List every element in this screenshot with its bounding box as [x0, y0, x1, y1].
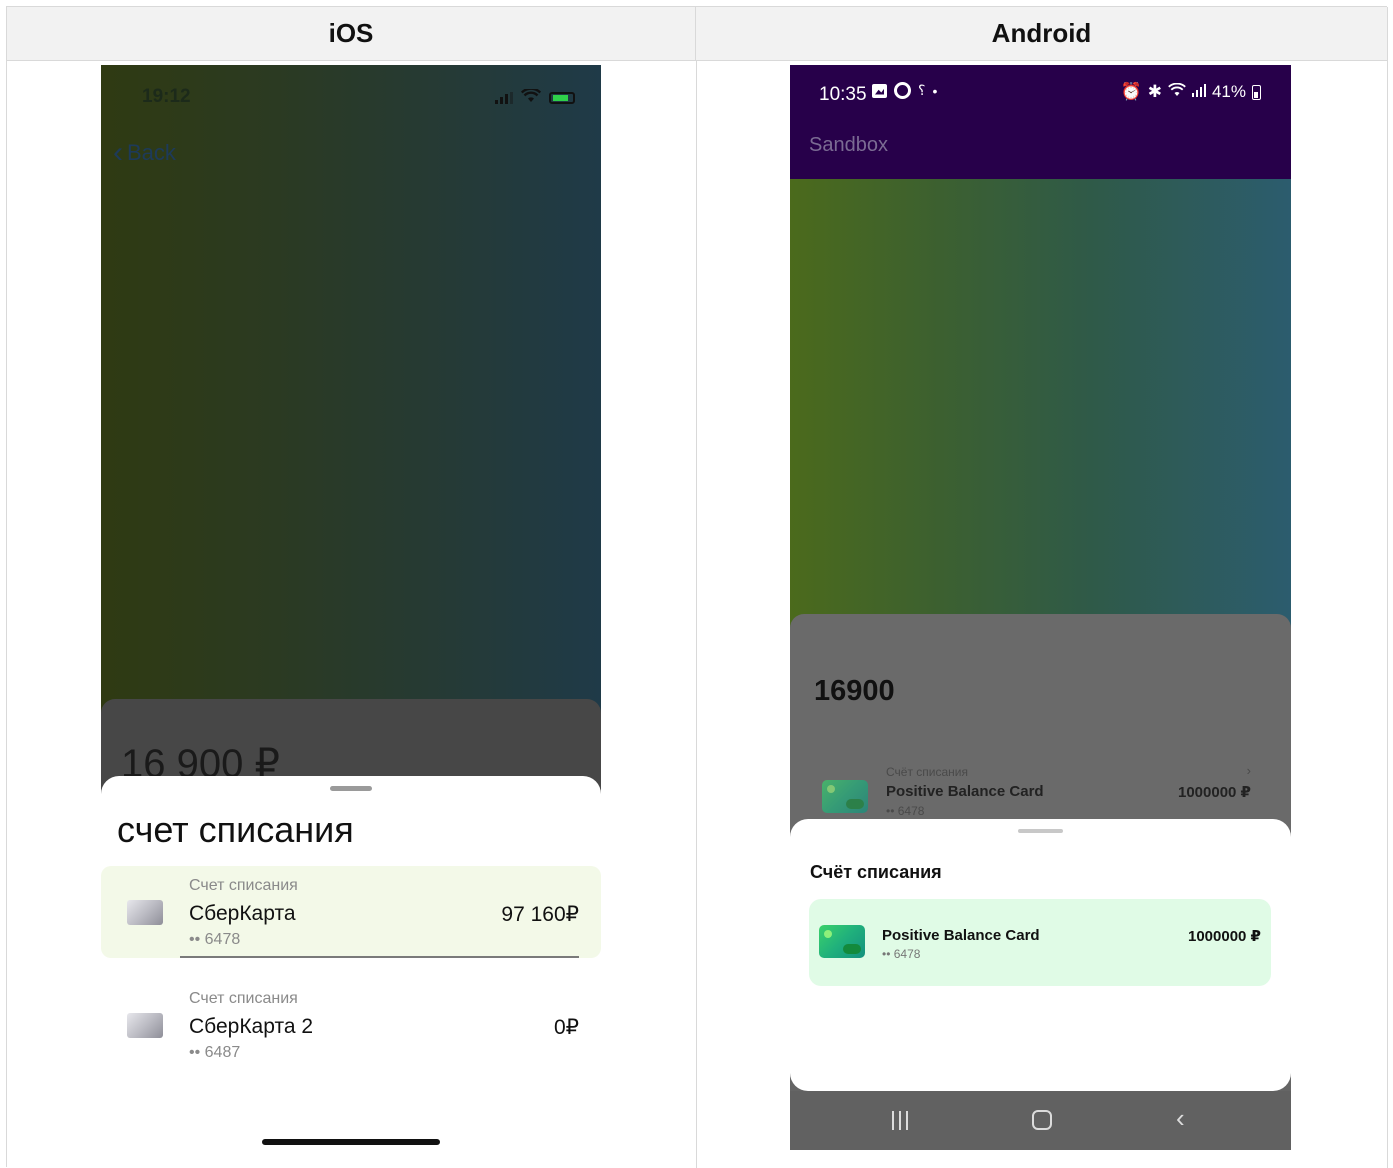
account-balance: 0₽: [553, 1016, 579, 1039]
account-balance: 1000000 ₽: [1177, 784, 1251, 801]
app-title: Sandbox: [809, 134, 888, 156]
account-number: •• 6478: [882, 947, 921, 961]
account-balance: 97 160₽: [501, 903, 579, 926]
signal-icon: [495, 91, 513, 104]
payment-card-background: [101, 699, 601, 1167]
home-indicator[interactable]: [262, 1139, 440, 1145]
account-picker-sheet: счет списания Счет списания СберКарта ••…: [101, 776, 601, 1167]
bluetooth-icon: ✱: [1147, 82, 1162, 101]
notification-icons: ⸮ •: [872, 82, 937, 99]
app-bar: Sandbox: [790, 112, 1291, 179]
sync-icon: ⸮: [918, 82, 926, 98]
android-status-bar: 10:35 ⸮ • ⏰ ✱ 41%: [790, 65, 1291, 112]
image-icon: [872, 83, 887, 98]
account-number: •• 6478: [886, 804, 925, 818]
android-screen: 10:35 ⸮ • ⏰ ✱ 41% Sandbox 16900 Счёт спи…: [790, 65, 1291, 1150]
home-button[interactable]: [1032, 1110, 1052, 1130]
bank-card-icon: [822, 780, 868, 813]
wifi-icon: [1168, 82, 1186, 102]
ios-status-time: 19:12: [142, 86, 191, 107]
back-button[interactable]: ‹ Back: [113, 138, 176, 168]
battery-level: 41%: [1211, 82, 1246, 101]
account-label: Счет списания: [189, 990, 298, 1007]
account-name: СберКарта 2: [189, 1015, 314, 1038]
account-name: Positive Balance Card: [882, 927, 1040, 944]
chevron-left-icon: ‹: [113, 136, 123, 169]
account-balance: 1000000 ₽: [1187, 928, 1261, 945]
bank-card-icon: [819, 925, 865, 958]
ios-status-icons: [495, 87, 575, 108]
account-row-selected[interactable]: Счет списания СберКарта •• 6478 97 160₽: [101, 866, 601, 958]
account-row-selected[interactable]: Positive Balance Card •• 6478 1000000 ₽: [809, 899, 1271, 986]
back-label: Back: [127, 140, 176, 165]
account-name: СберКарта: [189, 902, 296, 925]
payment-amount: 16900: [814, 675, 895, 707]
signal-icon: [1191, 82, 1206, 102]
chevron-right-icon: ›: [1246, 763, 1251, 778]
payment-amount: 16 900 ₽: [121, 742, 280, 786]
ios-column-header: iOS: [7, 7, 696, 61]
dot-icon: •: [932, 82, 938, 99]
recents-button[interactable]: [892, 1111, 908, 1130]
ios-screen: 19:12 ‹ Back 16 900 ₽ счет списания Счет…: [101, 65, 601, 1167]
back-nav-button[interactable]: ‹: [1176, 1105, 1185, 1131]
battery-icon: [1252, 84, 1261, 100]
wifi-icon: [520, 87, 542, 108]
column-right-border: [1387, 61, 1388, 1168]
account-number: •• 6487: [189, 1044, 241, 1061]
bank-card-icon: [127, 900, 163, 925]
sheet-grabber[interactable]: [1018, 829, 1063, 833]
ios-header-label: iOS: [328, 18, 374, 48]
account-row[interactable]: Счет списания СберКарта 2 •• 6487 0₽: [101, 979, 601, 1071]
sheet-title: счет списания: [117, 809, 354, 850]
android-header-label: Android: [991, 18, 1092, 48]
battery-charging-icon: [549, 91, 575, 104]
account-number: •• 6478: [189, 931, 241, 948]
android-column-header: Android: [696, 7, 1388, 61]
android-status-time: 10:35: [819, 84, 867, 105]
account-label: Счет списания: [189, 877, 298, 894]
account-picker-sheet: Счёт списания Positive Balance Card •• 6…: [790, 819, 1291, 1091]
sheet-grabber[interactable]: [330, 786, 372, 791]
account-label: Счёт списания: [886, 765, 968, 779]
row-underline: [180, 956, 579, 958]
system-icons: ⏰ ✱ 41%: [1121, 82, 1261, 102]
gradient-background: [790, 179, 1291, 629]
column-divider: [696, 61, 697, 1168]
account-name: Positive Balance Card: [886, 783, 1044, 800]
android-nav-bar: ‹: [790, 1091, 1291, 1150]
circle-icon: [894, 82, 911, 99]
bank-card-icon: [127, 1013, 163, 1038]
alarm-icon: ⏰: [1120, 82, 1142, 101]
sheet-title: Счёт списания: [810, 862, 942, 882]
